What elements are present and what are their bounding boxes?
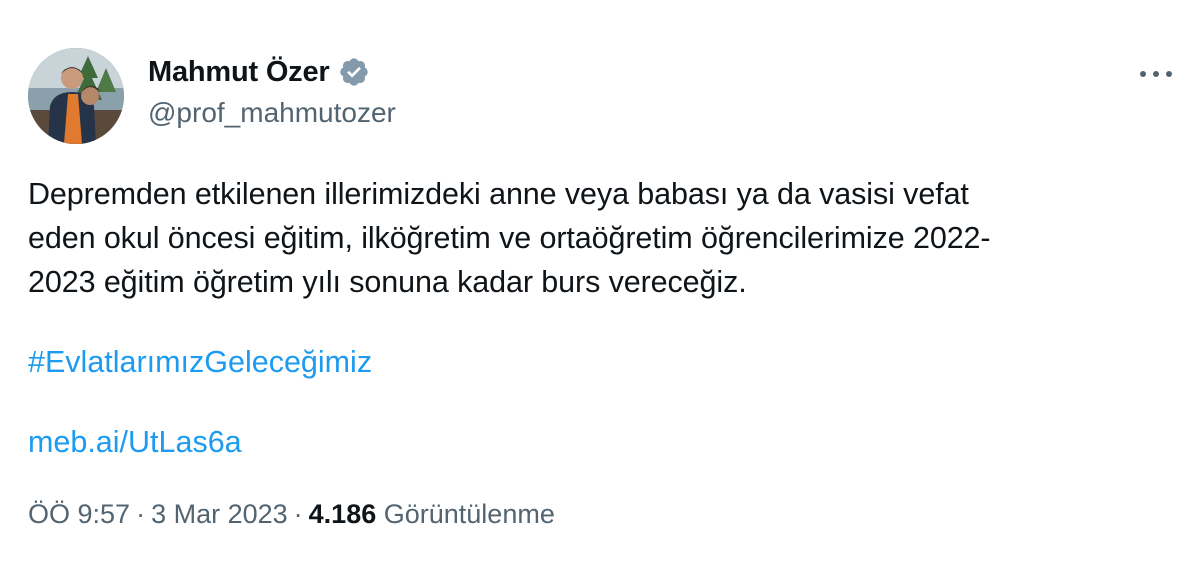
profile-photo (28, 48, 124, 144)
verified-badge-icon[interactable] (338, 56, 370, 88)
hashtag-link[interactable]: #EvlatlarımızGeleceğimiz (28, 340, 372, 384)
tweet-time[interactable]: ÖÖ 9:57 (28, 499, 130, 529)
tweet-text-line: eden okul öncesi eğitim, ilköğretim ve o… (28, 221, 991, 255)
dot (1166, 71, 1172, 77)
author-handle[interactable]: @prof_mahmutozer (148, 97, 396, 129)
tweet-text-line: 2023 eğitim öğretim yılı sonuna kadar bu… (28, 265, 747, 299)
tweet-text: Depremden etkilenen illerimizdeki anne v… (28, 172, 1178, 304)
meta-separator: · (293, 499, 303, 529)
views-count: 4.186 (308, 499, 377, 529)
dot (1153, 71, 1159, 77)
url-link[interactable]: meb.ai/UtLas6a (28, 420, 242, 464)
views-label: Görüntülenme (383, 499, 555, 529)
more-options-icon[interactable] (1136, 60, 1176, 88)
author-avatar[interactable] (28, 48, 124, 144)
tweet-card: Mahmut Özer @prof_mahmutozer Depremden e… (0, 0, 1200, 563)
dot (1140, 71, 1146, 77)
tweet-text-line: Depremden etkilenen illerimizdeki anne v… (28, 177, 969, 211)
author-block: Mahmut Özer @prof_mahmutozer (148, 52, 396, 129)
tweet-date[interactable]: 3 Mar 2023 (151, 499, 288, 529)
meta-separator: · (136, 499, 146, 529)
author-display-name[interactable]: Mahmut Özer (148, 56, 330, 89)
tweet-metadata: ÖÖ 9:57 · 3 Mar 2023 · 4.186 Görüntülenme (28, 494, 555, 534)
author-name-row: Mahmut Özer (148, 52, 396, 92)
